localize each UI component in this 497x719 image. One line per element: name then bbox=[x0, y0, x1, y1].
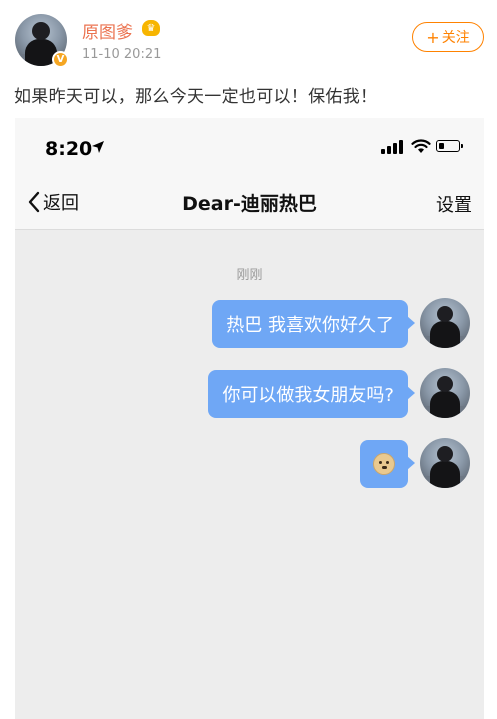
sender-avatar[interactable] bbox=[420, 368, 470, 418]
post-header: V 原图爹 ♛ 11-10 20:21 + 关注 bbox=[0, 0, 497, 74]
settings-button[interactable]: 设置 bbox=[436, 191, 472, 217]
message-row: 热巴 我喜欢你好久了 bbox=[15, 298, 484, 350]
post-text: 如果昨天可以，那么今天一定也可以！保佑我！ bbox=[14, 87, 378, 107]
follow-label: 关注 bbox=[441, 30, 470, 46]
message-row: 你可以做我女朋友吗? bbox=[15, 368, 484, 420]
author-avatar[interactable]: V bbox=[15, 14, 69, 68]
sender-avatar[interactable] bbox=[420, 438, 470, 488]
post-timestamp: 11-10 20:21 bbox=[82, 47, 162, 62]
emoji-bubble[interactable] bbox=[360, 440, 415, 488]
verified-badge-icon: V bbox=[52, 51, 69, 68]
vip-crown-icon: ♛ bbox=[142, 20, 160, 36]
doge-icon bbox=[373, 453, 395, 475]
sender-avatar[interactable] bbox=[420, 298, 470, 348]
chat-navbar: 返回 Dear-迪丽热巴 设置 bbox=[15, 173, 484, 230]
message-row bbox=[15, 438, 484, 490]
battery-icon bbox=[436, 140, 463, 152]
plus-icon: + bbox=[426, 27, 440, 47]
time-separator: 刚刚 bbox=[236, 268, 263, 283]
wifi-icon bbox=[411, 139, 431, 153]
signal-icon bbox=[381, 140, 405, 154]
follow-button[interactable]: + 关注 bbox=[412, 22, 484, 52]
chat-title: Dear-迪丽热巴 bbox=[182, 193, 317, 215]
status-time: 8:20 bbox=[45, 138, 93, 160]
chat-screenshot[interactable]: 8:20 返回 Dear-迪丽热巴 设置 刚刚 热巴 我喜欢你好久了 你可以做我… bbox=[15, 118, 484, 719]
location-arrow-icon bbox=[92, 141, 104, 153]
message-bubble[interactable]: 你可以做我女朋友吗? bbox=[208, 370, 415, 418]
status-bar: 8:20 bbox=[15, 118, 484, 173]
message-bubble[interactable]: 热巴 我喜欢你好久了 bbox=[212, 300, 415, 348]
author-name[interactable]: 原图爹 bbox=[82, 18, 133, 43]
chat-area: 刚刚 热巴 我喜欢你好久了 你可以做我女朋友吗? bbox=[15, 230, 484, 719]
